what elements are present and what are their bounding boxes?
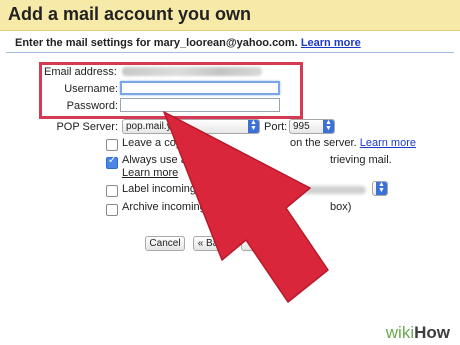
archive-incoming-checkbox[interactable] xyxy=(106,204,118,216)
label-incoming-label: Label incoming m xyxy=(122,183,209,195)
watermark-wiki: wiki xyxy=(385,323,415,342)
watermark-how: How xyxy=(414,323,450,342)
archive-incoming-label: Archive incoming m xyxy=(122,201,218,213)
label-select[interactable]: ▲ ▼ xyxy=(372,181,388,196)
pop-server-label: POP Server: xyxy=(56,121,118,133)
instructions-text: Enter the mail settings for mary_loorean… xyxy=(15,37,298,49)
pop-server-value: pop.mail.y xyxy=(126,121,172,132)
always-ssl-learn-more-link[interactable]: Learn more xyxy=(122,167,178,179)
wikihow-watermark: wikiHow xyxy=(386,323,450,343)
port-value: 995 xyxy=(293,121,310,132)
select-spinner-icon: ▲ ▼ xyxy=(323,120,334,133)
credentials-highlight-box xyxy=(39,62,303,119)
back-button[interactable]: « Back xyxy=(193,236,233,251)
leave-copy-label: Leave a cop xyxy=(122,137,182,149)
label-incoming-checkbox[interactable] xyxy=(106,185,118,197)
leave-copy-checkbox[interactable] xyxy=(106,139,118,151)
cancel-button[interactable]: Cancel xyxy=(145,236,185,251)
divider xyxy=(6,52,454,53)
add-account-button[interactable]: Accou xyxy=(241,236,299,251)
learn-more-link[interactable]: Learn more xyxy=(301,37,361,49)
label-select-blurred xyxy=(292,186,366,194)
pop-server-select[interactable]: pop.mail.y ▲ ▼ xyxy=(122,119,260,134)
archive-incoming-label-end: box) xyxy=(330,201,352,213)
always-ssl-label-end: trieving mail. xyxy=(330,154,392,166)
port-select[interactable]: 995 ▲ ▼ xyxy=(289,119,335,134)
port-label: Port: xyxy=(264,121,288,133)
select-spinner-icon: ▲ ▼ xyxy=(248,120,259,133)
always-ssl-checkbox[interactable] xyxy=(106,155,118,169)
always-ssl-label: Always use a xyxy=(122,154,187,166)
dialog-title-bar: Add a mail account you own xyxy=(0,0,460,31)
settings-instructions: Enter the mail settings for mary_loorean… xyxy=(15,37,361,49)
select-spinner-icon: ▲ ▼ xyxy=(376,182,387,195)
leave-copy-learn-more-link[interactable]: Learn more xyxy=(360,137,416,149)
dialog-title: Add a mail account you own xyxy=(8,4,252,24)
leave-copy-label-end: on the server. Learn more xyxy=(290,137,416,149)
